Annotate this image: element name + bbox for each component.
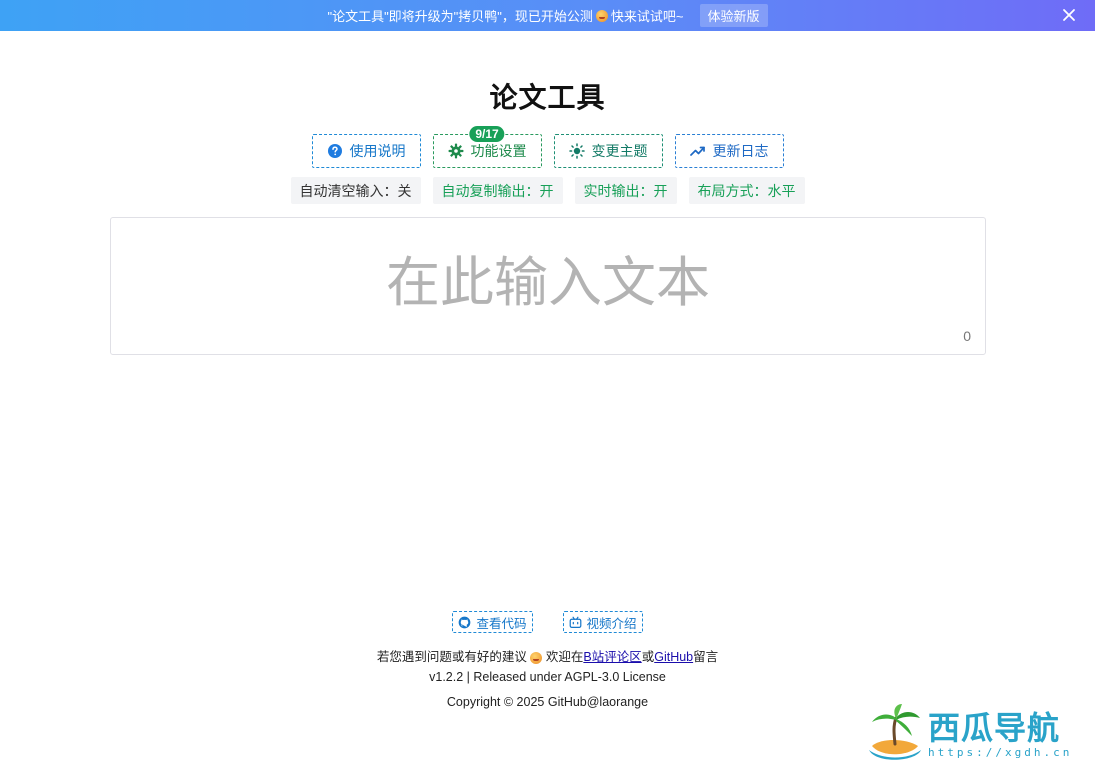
changelog-label: 更新日志 bbox=[712, 143, 769, 159]
banner-text-before: "论文工具"即将升级为"拷贝鸭"，现已开始公测 bbox=[327, 9, 593, 24]
feedback-line: 若您遇到问题或有好的建议 欢迎在B站评论区或GitHub留言 bbox=[0, 646, 1095, 665]
version-info: v1.2.2 | Released under AGPL-3.0 License bbox=[429, 670, 666, 684]
sun-icon bbox=[568, 143, 585, 159]
change-theme-label: 变更主题 bbox=[591, 143, 648, 159]
feedback-or: 或 bbox=[641, 650, 655, 664]
watermelon-island-logo-icon bbox=[869, 704, 921, 760]
changelog-button[interactable]: 更新日志 bbox=[674, 134, 784, 168]
video-intro-button[interactable]: 视频介绍 bbox=[562, 611, 643, 633]
status-tags: 自动清空输入：关 自动复制输出：开 实时输出：开 布局方式：水平 bbox=[0, 177, 1095, 204]
settings-button-label: 功能设置 bbox=[470, 143, 527, 159]
main-toolbar: 使用说明 9/17 功能设置 变更主题 更新日志 bbox=[0, 125, 1095, 168]
bilibili-tv-icon bbox=[569, 616, 581, 628]
github-icon bbox=[459, 616, 471, 628]
close-icon[interactable] bbox=[1061, 7, 1077, 23]
feedback-text-mid: 欢迎在 bbox=[545, 650, 584, 664]
watermark-url: https://xgdh.cn bbox=[928, 745, 1073, 759]
site-watermark: 西瓜导航 https://xgdh.cn bbox=[866, 700, 1081, 768]
announcement-banner: "论文工具"即将升级为"拷贝鸭"，现已开始公测 快来试试吧~ 体验新版 bbox=[0, 0, 1095, 31]
view-code-button[interactable]: 查看代码 bbox=[452, 611, 533, 633]
view-code-label: 查看代码 bbox=[476, 616, 527, 631]
feedback-text-before: 若您遇到问题或有好的建议 bbox=[376, 650, 527, 664]
realtime-output-toggle[interactable]: 实时输出：开 bbox=[574, 177, 677, 204]
footer-buttons: 查看代码 视频介绍 bbox=[0, 611, 1095, 633]
trending-up-icon bbox=[689, 146, 705, 156]
page-title: 论文工具 bbox=[489, 82, 606, 113]
help-button-label: 使用说明 bbox=[349, 143, 406, 159]
character-count: 0 bbox=[963, 328, 971, 344]
try-new-version-button[interactable]: 体验新版 bbox=[699, 4, 768, 27]
settings-button[interactable]: 9/17 功能设置 bbox=[432, 125, 542, 168]
github-link[interactable]: GitHub bbox=[654, 650, 693, 664]
settings-count-badge: 9/17 bbox=[468, 125, 506, 143]
smile-emoji-icon bbox=[530, 651, 543, 664]
watermark-text: 西瓜导航 https://xgdh.cn bbox=[928, 710, 1072, 759]
video-intro-label: 视频介绍 bbox=[586, 616, 637, 631]
auto-clear-toggle[interactable]: 自动清空输入：关 bbox=[290, 177, 421, 204]
question-circle-icon bbox=[327, 144, 342, 158]
change-theme-button[interactable]: 变更主题 bbox=[553, 134, 663, 168]
feedback-text-after: 留言 bbox=[693, 650, 719, 664]
layout-mode-toggle[interactable]: 布局方式：水平 bbox=[688, 177, 805, 204]
smile-emoji-icon bbox=[595, 9, 608, 22]
text-input-area: 0 bbox=[110, 217, 986, 355]
banner-text-after: 快来试试吧~ bbox=[610, 9, 684, 24]
banner-message: "论文工具"即将升级为"拷贝鸭"，现已开始公测 快来试试吧~ bbox=[327, 6, 683, 25]
bilibili-comments-link[interactable]: B站评论区 bbox=[583, 650, 641, 664]
auto-copy-toggle[interactable]: 自动复制输出：开 bbox=[432, 177, 563, 204]
help-button[interactable]: 使用说明 bbox=[311, 134, 421, 168]
watermark-name: 西瓜导航 bbox=[928, 708, 1061, 747]
gear-icon bbox=[448, 143, 463, 159]
text-input[interactable] bbox=[111, 218, 985, 354]
